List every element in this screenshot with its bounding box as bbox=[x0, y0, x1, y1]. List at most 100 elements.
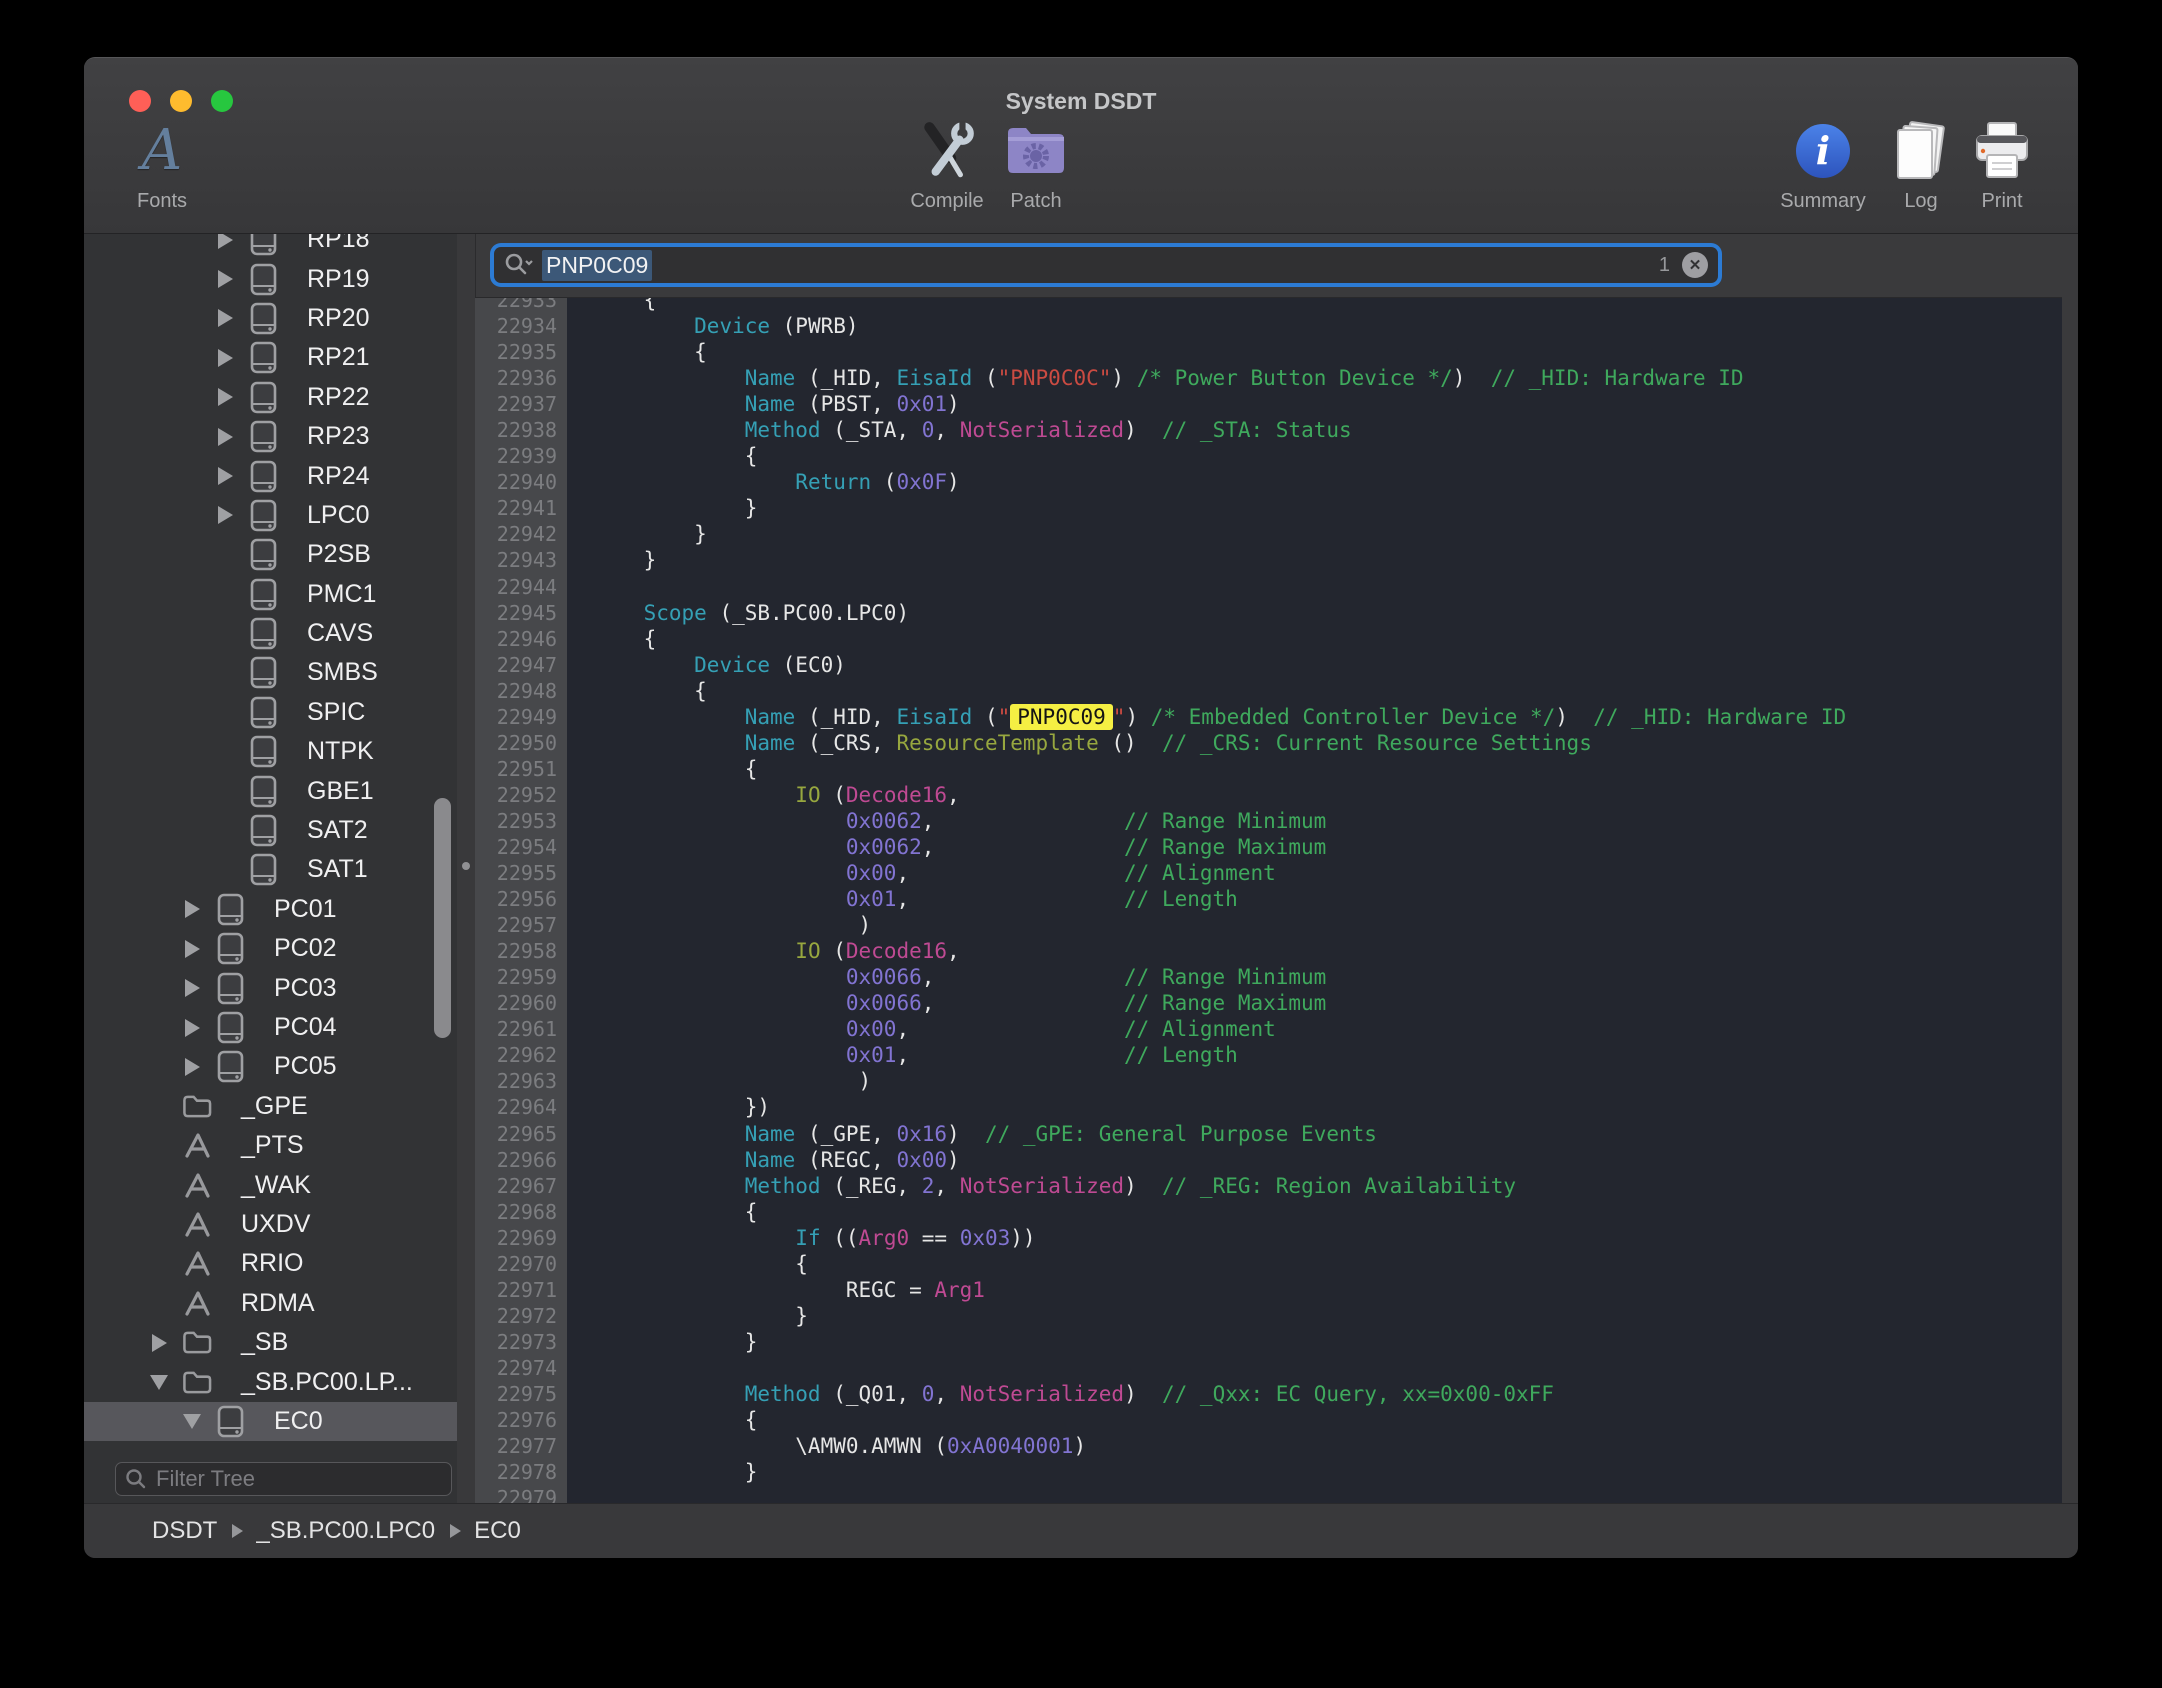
tree-row[interactable]: PC05 bbox=[84, 1047, 457, 1086]
find-match-count: 1 bbox=[1659, 254, 1670, 277]
tree-row[interactable]: SAT1 bbox=[84, 850, 457, 889]
disclosure-triangle-icon[interactable] bbox=[212, 467, 238, 485]
line-number: 22977 bbox=[475, 1433, 567, 1459]
code-line: 22935 { bbox=[475, 339, 2062, 365]
tree-row[interactable]: P2SB bbox=[84, 535, 457, 574]
code-line: 22962 0x01, // Length bbox=[475, 1042, 2062, 1068]
disclosure-triangle-icon[interactable] bbox=[179, 900, 205, 918]
tree-row[interactable]: NTPK bbox=[84, 732, 457, 771]
fonts-button[interactable]: A Fonts bbox=[120, 116, 204, 213]
tree-row[interactable]: PC01 bbox=[84, 890, 457, 929]
compile-tools-icon bbox=[914, 118, 980, 184]
disclosure-triangle-icon[interactable] bbox=[179, 940, 205, 958]
line-content: If ((Arg0 == 0x03)) bbox=[567, 1225, 1036, 1251]
tree-row[interactable]: PMC1 bbox=[84, 575, 457, 614]
tree-row[interactable]: PC02 bbox=[84, 929, 457, 968]
tree-item-icon bbox=[215, 932, 245, 965]
tree-row[interactable]: RP23 bbox=[84, 417, 457, 456]
disclosure-triangle-icon[interactable] bbox=[212, 388, 238, 406]
find-input[interactable]: PNP0C09 1 ✕ bbox=[494, 247, 1718, 283]
tree-item-label: UXDV bbox=[241, 1210, 310, 1239]
tree-row[interactable]: PC03 bbox=[84, 968, 457, 1007]
code-line: 22954 0x0062, // Range Maximum bbox=[475, 834, 2062, 860]
line-number: 22971 bbox=[475, 1277, 567, 1303]
disclosure-triangle-icon[interactable] bbox=[179, 1019, 205, 1037]
breadcrumb-item-device[interactable]: EC0 bbox=[474, 1517, 521, 1545]
tree-row[interactable]: _PTS bbox=[84, 1126, 457, 1165]
code-line: 22972 } bbox=[475, 1303, 2062, 1329]
tree-item-icon bbox=[248, 381, 278, 414]
summary-button[interactable]: i Summary bbox=[1763, 116, 1883, 213]
editor-right-margin bbox=[2062, 234, 2078, 1503]
tree-row[interactable]: _GPE bbox=[84, 1087, 457, 1126]
tree-item-icon bbox=[248, 263, 278, 296]
tree-row[interactable]: RP24 bbox=[84, 456, 457, 495]
disclosure-triangle-icon[interactable] bbox=[179, 1414, 205, 1429]
tree-row[interactable]: GBE1 bbox=[84, 771, 457, 810]
line-content: Method (_REG, 2, NotSerialized) // _REG:… bbox=[567, 1173, 1516, 1199]
disclosure-triangle-icon[interactable] bbox=[212, 309, 238, 327]
code-editor[interactable]: 22933 { 22934 Device (PWRB) 22935 { 2293… bbox=[475, 297, 2062, 1504]
line-number: 22974 bbox=[475, 1355, 567, 1381]
disclosure-triangle-icon[interactable] bbox=[179, 1058, 205, 1076]
tree-item-icon bbox=[182, 1131, 212, 1160]
tree-row[interactable]: RP22 bbox=[84, 378, 457, 417]
code-line: 22943 } bbox=[475, 547, 2062, 573]
sidebar-scrollbar[interactable] bbox=[434, 798, 451, 1038]
code-line: 22975 Method (_Q01, 0, NotSerialized) //… bbox=[475, 1381, 2062, 1407]
disclosure-triangle-icon[interactable] bbox=[212, 234, 238, 249]
tree-row[interactable]: EC0 bbox=[84, 1402, 457, 1441]
tree-row[interactable]: SAT2 bbox=[84, 811, 457, 850]
line-number: 22952 bbox=[475, 782, 567, 808]
disclosure-triangle-icon[interactable] bbox=[212, 506, 238, 524]
tree-row[interactable]: _WAK bbox=[84, 1165, 457, 1204]
breadcrumb-item-dsdt[interactable]: DSDT bbox=[152, 1517, 217, 1545]
line-content: 0x01, // Length bbox=[567, 886, 1238, 912]
tree-row[interactable]: RP18 bbox=[84, 234, 457, 259]
tree-row[interactable]: SMBS bbox=[84, 653, 457, 692]
tree-row[interactable]: UXDV bbox=[84, 1205, 457, 1244]
tree-item-icon bbox=[248, 617, 278, 650]
splitter-handle-dot[interactable] bbox=[462, 862, 470, 870]
line-content: } bbox=[567, 521, 707, 547]
breadcrumb-item-scope[interactable]: _SB.PC00.LPC0 bbox=[256, 1517, 435, 1545]
tree-item-icon bbox=[182, 1330, 212, 1355]
tree-row[interactable]: RRIO bbox=[84, 1244, 457, 1283]
tree-item-label: GBE1 bbox=[307, 777, 374, 806]
summary-info-icon: i bbox=[1796, 124, 1850, 178]
tree-item-icon bbox=[248, 234, 278, 256]
print-button[interactable]: Print bbox=[1962, 116, 2042, 213]
search-icon[interactable] bbox=[504, 252, 534, 278]
filter-tree-input[interactable] bbox=[154, 1465, 443, 1493]
disclosure-triangle-icon[interactable] bbox=[146, 1375, 172, 1390]
tree-row[interactable]: RDMA bbox=[84, 1284, 457, 1323]
tree-row[interactable]: RP20 bbox=[84, 299, 457, 338]
disclosure-triangle-icon[interactable] bbox=[146, 1334, 172, 1352]
line-number: 22953 bbox=[475, 808, 567, 834]
line-number: 22979 bbox=[475, 1485, 567, 1504]
tree-row[interactable]: _SB.PC00.LP... bbox=[84, 1362, 457, 1401]
tree-row[interactable]: LPC0 bbox=[84, 496, 457, 535]
tree-item-icon bbox=[182, 1249, 212, 1278]
tree-row[interactable]: RP19 bbox=[84, 259, 457, 298]
disclosure-triangle-icon[interactable] bbox=[212, 428, 238, 446]
tree-row[interactable]: RP21 bbox=[84, 338, 457, 377]
code-line: 22949 Name (_HID, EisaId ("PNP0C09") /* … bbox=[475, 704, 2062, 730]
tree-row[interactable]: SPIC bbox=[84, 693, 457, 732]
screen: System DSDT A Fonts Compile bbox=[0, 0, 2162, 1688]
disclosure-triangle-icon[interactable] bbox=[179, 979, 205, 997]
line-content: }) bbox=[567, 1094, 770, 1120]
patch-button[interactable]: Patch bbox=[986, 116, 1086, 213]
code-line: 22940 Return (0x0F) bbox=[475, 469, 2062, 495]
disclosure-triangle-icon[interactable] bbox=[212, 270, 238, 288]
clear-search-icon[interactable]: ✕ bbox=[1682, 252, 1708, 278]
disclosure-triangle-icon[interactable] bbox=[212, 349, 238, 367]
pane-splitter[interactable] bbox=[457, 234, 476, 1503]
line-number: 22948 bbox=[475, 678, 567, 704]
tree-row[interactable]: PC04 bbox=[84, 1008, 457, 1047]
line-content: Name (_HID, EisaId ("PNP0C09") /* Embedd… bbox=[567, 704, 1846, 730]
tree-row[interactable]: CAVS bbox=[84, 614, 457, 653]
tree-item-icon bbox=[248, 341, 278, 374]
log-button[interactable]: Log bbox=[1881, 116, 1961, 213]
tree-row[interactable]: _SB bbox=[84, 1323, 457, 1362]
